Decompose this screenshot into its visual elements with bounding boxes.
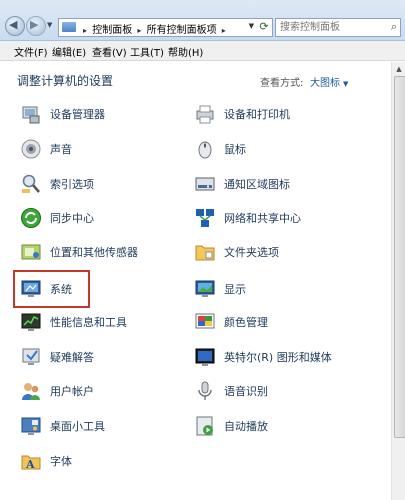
item-label: 通知区域图标 <box>224 178 290 191</box>
item-label: 英特尔(R) 图形和媒体 <box>224 351 332 364</box>
refresh-icon[interactable]: ⟳ <box>257 18 271 35</box>
item-label: 字体 <box>50 455 72 468</box>
display-monitor-icon <box>195 280 215 297</box>
item-sync-center[interactable]: 同步中心 <box>20 205 170 231</box>
selection-highlight <box>13 270 90 308</box>
microphone-icon <box>198 381 212 400</box>
item-label: 同步中心 <box>50 212 94 225</box>
troubleshoot-icon <box>22 348 40 365</box>
item-performance[interactable]: 性能信息和工具 <box>20 309 170 335</box>
network-icon <box>196 209 214 227</box>
item-user-accounts[interactable]: 用户帐户 <box>20 378 170 404</box>
item-speech-recognition[interactable]: 语音识别 <box>194 378 344 404</box>
device-manager-icon <box>22 106 40 124</box>
item-label: 桌面小工具 <box>50 420 105 433</box>
item-display[interactable]: 显示 <box>194 276 344 302</box>
item-label: 设备和打印机 <box>224 108 290 121</box>
item-label: 颜色管理 <box>224 316 268 329</box>
item-fonts[interactable]: A 字体 <box>20 448 170 474</box>
item-autoplay[interactable]: 自动播放 <box>194 413 344 439</box>
breadcrumb-separator-icon[interactable]: ▸ <box>137 26 141 35</box>
chevron-down-icon: ▼ <box>343 80 349 88</box>
item-label: 疑难解答 <box>50 351 94 364</box>
item-label: 索引选项 <box>50 178 94 191</box>
page-title: 调整计算机的设置 <box>17 74 114 88</box>
item-label: 用户帐户 <box>50 385 94 398</box>
address-dropdown-icon[interactable]: ▼ <box>249 22 254 30</box>
gadgets-icon <box>21 417 41 435</box>
item-indexing[interactable]: 索引选项 <box>20 171 170 197</box>
scrollbar-thumb[interactable] <box>394 76 405 438</box>
item-label: 位置和其他传感器 <box>50 246 138 259</box>
item-network-sharing[interactable]: 网络和共享中心 <box>194 205 364 231</box>
view-by-dropdown[interactable]: 大图标 ▼ <box>310 74 348 89</box>
location-sensor-icon <box>21 244 41 260</box>
breadcrumb-separator-icon[interactable]: ▸ <box>222 26 226 35</box>
view-by-value: 大图标 <box>310 78 340 89</box>
item-troubleshooting[interactable]: 疑难解答 <box>20 344 170 370</box>
item-location-sensors[interactable]: 位置和其他传感器 <box>20 239 180 265</box>
forward-arrow-icon: ▶ <box>30 18 39 31</box>
fonts-folder-icon: A <box>21 455 41 471</box>
sync-icon <box>21 208 41 228</box>
item-folder-options[interactable]: 文件夹选项 <box>194 239 344 265</box>
speaker-icon <box>21 139 41 159</box>
search-box[interactable]: ⌕ <box>275 18 401 37</box>
breadcrumb-control-panel[interactable]: 控制面板 <box>92 25 132 36</box>
item-label: 自动播放 <box>224 420 268 433</box>
menu-edit[interactable]: 编辑(E) <box>52 44 86 59</box>
item-color-management[interactable]: 颜色管理 <box>194 309 344 335</box>
item-label: 鼠标 <box>224 143 246 156</box>
item-label: 显示 <box>224 283 246 296</box>
item-device-manager[interactable]: 设备管理器 <box>20 101 170 127</box>
item-intel-graphics[interactable]: 英特尔(R) 图形和媒体 <box>194 344 384 370</box>
users-icon <box>22 383 40 400</box>
back-button[interactable]: ◀ <box>5 16 25 36</box>
breadcrumb-all-items[interactable]: 所有控制面板项 <box>147 25 217 36</box>
menu-bar: 文件(F) 编辑(E) 查看(V) 工具(T) 帮助(H) <box>0 41 405 61</box>
item-label: 声音 <box>50 143 72 156</box>
search-icon[interactable]: ⌕ <box>391 20 397 34</box>
recent-pages-dropdown[interactable]: ▼ <box>47 21 52 29</box>
item-notification-icons[interactable]: 通知区域图标 <box>194 171 364 197</box>
printer-icon <box>196 105 214 124</box>
magnifier-icon <box>22 174 40 193</box>
folder-icon <box>195 245 215 261</box>
autoplay-icon <box>196 416 213 436</box>
item-sound[interactable]: 声音 <box>20 136 170 162</box>
menu-file[interactable]: 文件(F) <box>14 44 48 59</box>
item-label: 性能信息和工具 <box>50 316 127 329</box>
item-devices-printers[interactable]: 设备和打印机 <box>194 101 364 127</box>
item-label: 网络和共享中心 <box>224 212 301 225</box>
address-bar-area: ◀ ▶ ▼ ▸ 控制面板 ▸ 所有控制面板项 ▸ ▼ ⟳ ⌕ <box>0 0 405 41</box>
svg-text:A: A <box>25 458 35 471</box>
breadcrumb-separator-icon[interactable]: ▸ <box>83 26 87 35</box>
scroll-up-icon[interactable]: ▲ <box>392 62 405 76</box>
breadcrumb: ▸ 控制面板 ▸ 所有控制面板项 ▸ <box>81 21 228 36</box>
item-gadgets[interactable]: 桌面小工具 <box>20 413 170 439</box>
menu-tools[interactable]: 工具(T) <box>130 44 164 59</box>
search-input[interactable] <box>276 19 384 36</box>
menu-help[interactable]: 帮助(H) <box>168 44 203 59</box>
forward-button[interactable]: ▶ <box>26 16 46 36</box>
mouse-icon <box>198 141 212 159</box>
control-panel-folder-icon <box>62 22 76 32</box>
address-bar[interactable]: ▸ 控制面板 ▸ 所有控制面板项 ▸ ▼ <box>58 18 273 37</box>
menu-view[interactable]: 查看(V) <box>92 44 127 59</box>
vertical-scrollbar[interactable]: ▲ <box>391 62 405 500</box>
item-mouse[interactable]: 鼠标 <box>194 136 344 162</box>
performance-icon <box>21 313 41 331</box>
item-label: 语音识别 <box>224 385 268 398</box>
item-label: 设备管理器 <box>50 108 105 121</box>
view-by-label: 查看方式: <box>260 78 304 89</box>
notification-area-icon <box>195 177 215 191</box>
color-management-icon <box>195 313 215 329</box>
control-panel-window: ◀ ▶ ▼ ▸ 控制面板 ▸ 所有控制面板项 ▸ ▼ ⟳ ⌕ 文件(F) 编辑(… <box>0 0 405 500</box>
item-label: 文件夹选项 <box>224 246 279 259</box>
back-arrow-icon: ◀ <box>9 18 18 31</box>
intel-graphics-icon <box>195 348 215 366</box>
